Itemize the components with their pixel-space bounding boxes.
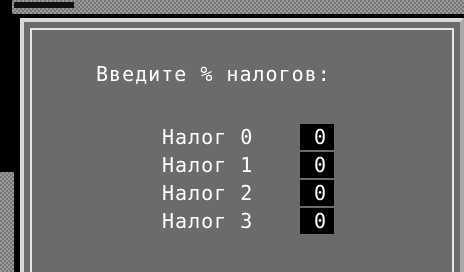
screen: Введите % налогов: Налог 0 Налог 1 Налог… <box>0 0 464 272</box>
desktop-background-left <box>0 172 14 272</box>
desktop-background-top <box>12 0 464 14</box>
tax-label-0: Налог 0 <box>162 125 254 149</box>
tax-label-2: Налог 2 <box>162 181 254 205</box>
tax-label-1: Налог 1 <box>162 153 254 177</box>
tax-input-0[interactable] <box>300 124 334 150</box>
tax-input-3[interactable] <box>300 208 334 234</box>
tax-input-dialog: Введите % налогов: Налог 0 Налог 1 Налог… <box>20 18 464 272</box>
dialog-prompt: Введите % налогов: <box>96 62 331 86</box>
left-window-edge <box>8 18 16 170</box>
tax-label-3: Налог 3 <box>162 209 254 233</box>
tax-input-2[interactable] <box>300 180 334 206</box>
window-edge-fragment <box>14 2 74 8</box>
tax-input-1[interactable] <box>300 152 334 178</box>
